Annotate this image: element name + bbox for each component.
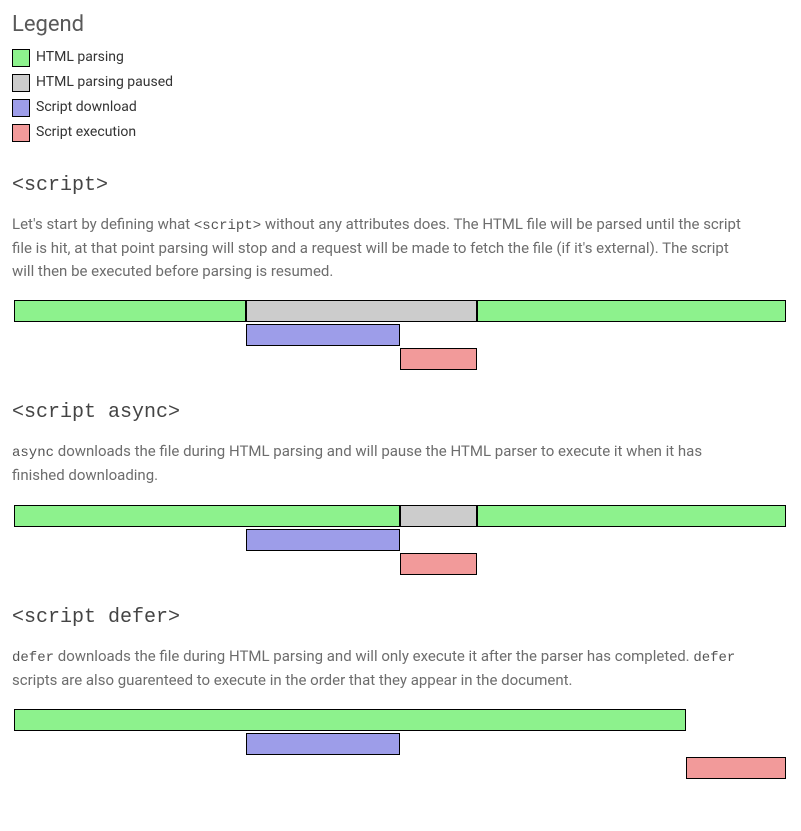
timeline-row bbox=[14, 553, 786, 575]
script-download-segment bbox=[246, 324, 400, 346]
legend-swatch bbox=[12, 49, 30, 67]
section-plain: <script>Let's start by defining what <sc… bbox=[12, 171, 789, 370]
section-async: <script async> async downloads the file d… bbox=[12, 398, 789, 575]
desc-text: scripts are also guarenteed to execute i… bbox=[12, 671, 573, 689]
section-description: Let's start by defining what <script> wi… bbox=[12, 213, 742, 282]
inline-code: <script> bbox=[194, 218, 261, 234]
legend-label: Script download bbox=[36, 97, 137, 118]
inline-code: defer bbox=[693, 650, 735, 666]
legend-swatch bbox=[12, 74, 30, 92]
html-parsing-segment bbox=[477, 505, 786, 527]
html-parsing-segment bbox=[14, 505, 400, 527]
html-parsing-segment bbox=[477, 300, 786, 322]
legend-swatch bbox=[12, 99, 30, 117]
script-execution-segment bbox=[400, 553, 477, 575]
legend-label: HTML parsing paused bbox=[36, 72, 173, 93]
html-parsing-paused-segment bbox=[400, 505, 477, 527]
timeline-row bbox=[14, 733, 786, 755]
legend-label: Script execution bbox=[36, 122, 136, 143]
inline-code: defer bbox=[12, 650, 54, 666]
timeline-row bbox=[14, 529, 786, 551]
timeline-row bbox=[14, 348, 786, 370]
section-defer: <script defer> defer downloads the file d… bbox=[12, 603, 789, 780]
script-download-segment bbox=[246, 733, 400, 755]
html-parsing-paused-segment bbox=[246, 300, 478, 322]
section-description: async downloads the file during HTML par… bbox=[12, 440, 742, 487]
section-title: <script async> bbox=[12, 398, 789, 428]
legend-item: Script download bbox=[12, 97, 789, 118]
html-parsing-segment bbox=[14, 709, 686, 731]
legend: Legend HTML parsing HTML parsing paused Sc… bbox=[12, 8, 789, 143]
script-download-segment bbox=[246, 529, 400, 551]
timeline-row bbox=[14, 709, 786, 731]
legend-title: Legend bbox=[12, 8, 789, 41]
desc-text: Let's start by defining what bbox=[12, 215, 194, 233]
timeline-row bbox=[14, 505, 786, 527]
legend-item: Script execution bbox=[12, 122, 789, 143]
section-title: <script defer> bbox=[12, 603, 789, 633]
script-execution-segment bbox=[400, 348, 477, 370]
desc-text: downloads the file during HTML parsing a… bbox=[12, 442, 702, 484]
timeline-row bbox=[14, 757, 786, 779]
script-execution-segment bbox=[686, 757, 786, 779]
legend-label: HTML parsing bbox=[36, 47, 124, 68]
timeline-diagram bbox=[14, 300, 786, 370]
timeline-row bbox=[14, 324, 786, 346]
timeline-diagram bbox=[14, 709, 786, 779]
timeline-row bbox=[14, 300, 786, 322]
html-parsing-segment bbox=[14, 300, 246, 322]
timeline-diagram bbox=[14, 505, 786, 575]
inline-code: async bbox=[12, 445, 54, 461]
section-description: defer downloads the file during HTML par… bbox=[12, 645, 742, 692]
section-title: <script> bbox=[12, 171, 789, 201]
legend-item: HTML parsing bbox=[12, 47, 789, 68]
desc-text: downloads the file during HTML parsing a… bbox=[54, 647, 693, 665]
legend-swatch bbox=[12, 124, 30, 142]
legend-item: HTML parsing paused bbox=[12, 72, 789, 93]
